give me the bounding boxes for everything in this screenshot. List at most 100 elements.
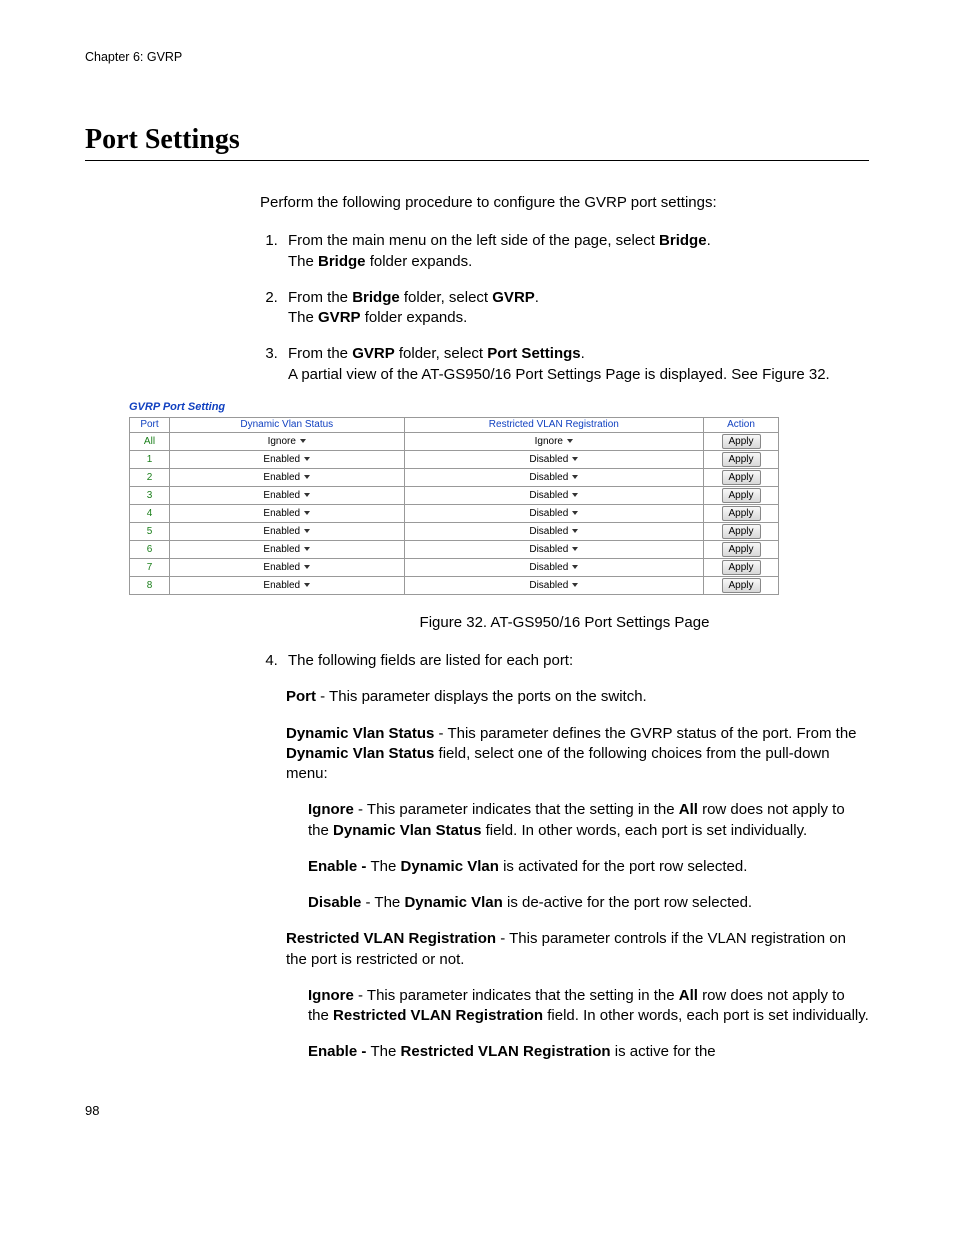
col-dynamic-vlan-status: Dynamic Vlan Status: [169, 417, 404, 432]
dvs-dropdown[interactable]: Enabled: [259, 472, 315, 483]
def-disable-dvs: Disable - The Dynamic Vlan is de-active …: [308, 893, 869, 913]
chevron-down-icon: [304, 583, 310, 587]
rvr-dropdown[interactable]: Disabled: [526, 472, 582, 483]
chevron-down-icon: [572, 475, 578, 479]
rvr-cell: Disabled: [404, 486, 703, 504]
rvr-cell: Disabled: [404, 450, 703, 468]
step-3: From the GVRP folder, select Port Settin…: [282, 344, 869, 385]
figure-caption: Figure 32. AT-GS950/16 Port Settings Pag…: [260, 613, 869, 633]
def-dynamic-vlan-status: Dynamic Vlan Status - This parameter def…: [286, 724, 869, 785]
apply-button[interactable]: Apply: [722, 542, 761, 557]
apply-button[interactable]: Apply: [722, 560, 761, 575]
rvr-dropdown[interactable]: Ignore: [526, 436, 582, 447]
dvs-dropdown[interactable]: Enabled: [259, 490, 315, 501]
gvrp-panel-title: GVRP Port Setting: [129, 401, 869, 413]
page-title: Port Settings: [85, 124, 869, 161]
apply-button[interactable]: Apply: [722, 578, 761, 593]
def-ignore-rvr: Ignore - This parameter indicates that t…: [308, 986, 869, 1027]
chevron-down-icon: [572, 529, 578, 533]
rvr-dropdown[interactable]: Disabled: [526, 580, 582, 591]
table-row: 5EnabledDisabledApply: [130, 522, 779, 540]
page-number: 98: [85, 1103, 869, 1118]
def-enable-rvr: Enable - The Restricted VLAN Registratio…: [308, 1042, 869, 1062]
chevron-down-icon: [304, 529, 310, 533]
action-cell: Apply: [704, 468, 779, 486]
field-definitions: Port - This parameter displays the ports…: [286, 687, 869, 1062]
dvs-cell: Enabled: [169, 540, 404, 558]
intro-text: Perform the following procedure to confi…: [260, 193, 869, 213]
apply-button[interactable]: Apply: [722, 470, 761, 485]
dvs-dropdown[interactable]: Enabled: [259, 508, 315, 519]
step-1: From the main menu on the left side of t…: [282, 231, 869, 272]
dvs-cell: Ignore: [169, 432, 404, 450]
def-enable-dvs: Enable - The Dynamic Vlan is activated f…: [308, 857, 869, 877]
rvr-dropdown[interactable]: Disabled: [526, 454, 582, 465]
col-action: Action: [704, 417, 779, 432]
action-cell: Apply: [704, 450, 779, 468]
chevron-down-icon: [304, 547, 310, 551]
port-cell: 8: [130, 576, 170, 594]
table-row: 3 Enabled Disabled Apply: [130, 486, 779, 504]
action-cell: Apply: [704, 576, 779, 594]
table-row: 4EnabledDisabledApply: [130, 504, 779, 522]
apply-button[interactable]: Apply: [722, 488, 761, 503]
apply-button[interactable]: Apply: [722, 524, 761, 539]
table-row: 8 Enabled Disabled Apply: [130, 576, 779, 594]
rvr-cell: Ignore: [404, 432, 703, 450]
chevron-down-icon: [572, 547, 578, 551]
col-restricted-vlan-registration: Restricted VLAN Registration: [404, 417, 703, 432]
apply-button[interactable]: Apply: [722, 452, 761, 467]
port-cell: 7: [130, 558, 170, 576]
apply-button[interactable]: Apply: [722, 434, 761, 449]
dvs-cell: Enabled: [169, 576, 404, 594]
dvs-dropdown[interactable]: Enabled: [259, 562, 315, 573]
dvs-cell: Enabled: [169, 522, 404, 540]
dvs-cell: Enabled: [169, 504, 404, 522]
action-cell: Apply: [704, 486, 779, 504]
procedure-list: From the main menu on the left side of t…: [260, 231, 869, 385]
body-column-2: Figure 32. AT-GS950/16 Port Settings Pag…: [260, 613, 869, 1063]
rvr-dropdown[interactable]: Disabled: [526, 526, 582, 537]
table-row: 2 Enabled Disabled Apply: [130, 468, 779, 486]
chevron-down-icon: [304, 475, 310, 479]
step-4: The following fields are listed for each…: [282, 651, 869, 671]
port-cell: All: [130, 432, 170, 450]
dvs-dropdown[interactable]: Enabled: [259, 526, 315, 537]
gvrp-port-setting-table: Port Dynamic Vlan Status Restricted VLAN…: [129, 417, 779, 595]
port-cell: 1: [130, 450, 170, 468]
rvr-cell: Disabled: [404, 540, 703, 558]
rvr-dropdown[interactable]: Disabled: [526, 490, 582, 501]
figure-32: GVRP Port Setting Port Dynamic Vlan Stat…: [85, 401, 869, 595]
chevron-down-icon: [572, 511, 578, 515]
rvr-cell: Disabled: [404, 504, 703, 522]
step-2: From the Bridge folder, select GVRP. The…: [282, 288, 869, 329]
dvs-cell: Enabled: [169, 558, 404, 576]
running-header: Chapter 6: GVRP: [85, 50, 869, 64]
chevron-down-icon: [572, 565, 578, 569]
port-cell: 3: [130, 486, 170, 504]
apply-button[interactable]: Apply: [722, 506, 761, 521]
chevron-down-icon: [572, 493, 578, 497]
body-column: Perform the following procedure to confi…: [260, 193, 869, 385]
chevron-down-icon: [304, 565, 310, 569]
chevron-down-icon: [567, 439, 573, 443]
port-cell: 2: [130, 468, 170, 486]
dvs-dropdown[interactable]: Enabled: [259, 580, 315, 591]
rvr-cell: Disabled: [404, 468, 703, 486]
dvs-dropdown[interactable]: Ignore: [259, 436, 315, 447]
dvs-cell: Enabled: [169, 468, 404, 486]
def-restricted-vlan-registration: Restricted VLAN Registration - This para…: [286, 929, 869, 970]
rvr-dropdown[interactable]: Disabled: [526, 562, 582, 573]
action-cell: Apply: [704, 540, 779, 558]
rvr-dropdown[interactable]: Disabled: [526, 508, 582, 519]
rvr-dropdown[interactable]: Disabled: [526, 544, 582, 555]
dvs-dropdown[interactable]: Enabled: [259, 454, 315, 465]
table-row: 1 Enabled Disabled Apply: [130, 450, 779, 468]
action-cell: Apply: [704, 432, 779, 450]
chevron-down-icon: [304, 457, 310, 461]
table-row: All Ignore Ignore Apply: [130, 432, 779, 450]
table-row: 7 Enabled Disabled Apply: [130, 558, 779, 576]
dvs-dropdown[interactable]: Enabled: [259, 544, 315, 555]
col-port: Port: [130, 417, 170, 432]
action-cell: Apply: [704, 504, 779, 522]
